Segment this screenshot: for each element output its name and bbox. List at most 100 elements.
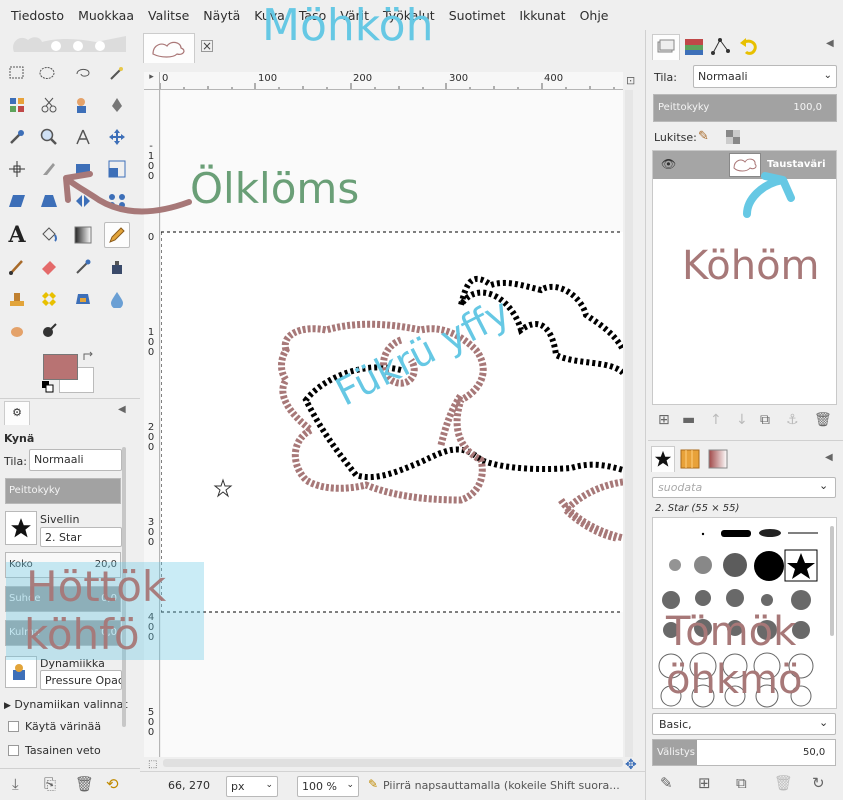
foreground-color-swatch-top[interactable] (43, 354, 78, 380)
raise-layer-icon[interactable]: ↑ (710, 412, 722, 428)
dynamics-preview-button[interactable] (5, 656, 37, 688)
layer-name[interactable]: Taustaväri (767, 159, 826, 170)
pencil-tool[interactable] (104, 222, 130, 248)
save-options-icon[interactable]: ⤓ (12, 775, 19, 793)
brush-preset-chevron-icon: ⌄ (819, 716, 829, 729)
shear-tool[interactable] (4, 188, 30, 214)
brush-preview-button[interactable] (5, 511, 37, 545)
quick-mask-corner[interactable]: ▸ (144, 72, 160, 90)
horizontal-scrollbar[interactable] (163, 759, 623, 767)
menu-view[interactable]: Näytä (196, 8, 247, 23)
swap-colors-icon[interactable] (82, 351, 96, 363)
paintbrush-tool[interactable] (4, 254, 30, 280)
measure-tool[interactable] (70, 124, 96, 150)
paths-tool[interactable] (104, 92, 130, 118)
opacity-slider[interactable]: Peittokyky (5, 478, 121, 504)
dynamics-options-expander[interactable]: ▶ Dynamiikan valinnat (4, 698, 128, 711)
color-picker-tool[interactable] (4, 124, 30, 150)
blur-tool[interactable] (104, 286, 130, 312)
zoom-tool[interactable] (36, 124, 62, 150)
duplicate-layer-icon[interactable]: ⧉ (760, 412, 770, 428)
menu-select[interactable]: Valitse (141, 8, 196, 23)
unit-select[interactable]: px ⌄ (226, 776, 278, 797)
alignment-tool[interactable] (4, 156, 30, 182)
blend-tool[interactable] (70, 222, 96, 248)
menu-filters[interactable]: Suotimet (442, 8, 513, 23)
layers-panel-menu-icon[interactable]: ◀ (826, 38, 834, 49)
brush-filter-input[interactable]: suodata ⌄ (652, 477, 836, 498)
ink-tool[interactable] (104, 254, 130, 280)
panel-menu-icon[interactable]: ◀ (118, 404, 126, 415)
free-select-tool[interactable] (70, 60, 96, 86)
dynamics-select[interactable]: Pressure Opaci (40, 670, 122, 690)
vertical-scrollbar[interactable] (625, 90, 633, 757)
paint-bucket-icon (42, 227, 57, 242)
navigate-icon[interactable]: ⊡ (626, 74, 635, 87)
ruler-corner-icon: ▸ (149, 72, 154, 82)
patterns-tab-icon[interactable] (680, 449, 700, 469)
v-ruler-500: 500 (147, 707, 155, 738)
brushes-tab[interactable] (651, 446, 675, 472)
paths-tab-icon[interactable] (710, 37, 732, 57)
default-colors-icon[interactable] (42, 381, 54, 393)
airbrush-tool[interactable] (70, 254, 96, 280)
text-tool[interactable]: A (4, 222, 30, 248)
menu-file[interactable]: Tiedosto (4, 8, 71, 23)
edit-brush-icon[interactable]: ✎ (660, 774, 673, 792)
channels-tab-icon[interactable] (684, 38, 706, 58)
scissors-select-tool[interactable] (36, 92, 62, 118)
smudge-tool[interactable] (4, 318, 30, 344)
brush-select[interactable]: 2. Star (40, 527, 122, 547)
move-tool[interactable] (104, 124, 130, 150)
select-by-color-tool[interactable] (4, 92, 30, 118)
brushes-panel-menu-icon[interactable]: ◀ (825, 452, 833, 463)
restore-options-icon[interactable]: ⎘ (44, 775, 56, 793)
menu-windows[interactable]: Ikkunat (512, 8, 572, 23)
dodge-burn-tool[interactable] (36, 318, 62, 344)
layer-visibility-eye-icon[interactable]: 👁 (661, 157, 676, 171)
lock-pixels-icon[interactable]: ✎ (698, 129, 709, 144)
anchor-layer-icon[interactable]: ⚓ (786, 412, 799, 428)
zoom-select[interactable]: 100 % ⌄ (297, 776, 359, 797)
heal-tool[interactable] (36, 286, 62, 312)
new-layer-group-icon[interactable]: ▬ (682, 412, 695, 428)
smooth-stroke-row[interactable]: Tasainen veto (8, 744, 101, 757)
close-tab-icon[interactable]: × (201, 40, 213, 52)
smooth-stroke-checkbox[interactable] (8, 745, 19, 756)
delete-brush-icon[interactable]: 🗑 (774, 774, 793, 792)
spacing-slider[interactable]: Välistys 50,0 (652, 739, 836, 766)
reset-options-icon[interactable]: ⟲ (106, 775, 119, 793)
eraser-tool[interactable] (36, 254, 62, 280)
delete-layer-icon[interactable]: 🗑 (814, 412, 832, 428)
delete-options-icon[interactable]: 🗑 (75, 775, 94, 793)
refresh-brushes-icon[interactable]: ↻ (812, 774, 825, 792)
brush-preset-select[interactable]: Basic, ⌄ (652, 713, 836, 735)
layers-tab[interactable] (652, 34, 680, 60)
lower-layer-icon[interactable]: ↓ (736, 412, 748, 428)
mode-select[interactable]: Normaali (29, 449, 122, 471)
image-tab[interactable] (143, 33, 195, 63)
menu-edit[interactable]: Muokkaa (71, 8, 141, 23)
apply-jitter-row[interactable]: Käytä värinää (8, 720, 101, 733)
duplicate-brush-icon[interactable]: ⧉ (736, 774, 747, 792)
perspective-clone-tool[interactable] (70, 286, 96, 312)
brush-grid-scrollbar[interactable] (830, 526, 834, 636)
lock-alpha-icon[interactable] (726, 130, 740, 144)
apply-jitter-checkbox[interactable] (8, 721, 19, 732)
undo-history-tab-icon[interactable] (738, 37, 760, 57)
ellipse-select-tool[interactable] (34, 60, 60, 86)
layer-opacity-slider[interactable]: Peittokyky 100,0 (653, 94, 837, 122)
scissors-icon (41, 97, 57, 113)
bucket-fill-tool[interactable] (36, 222, 62, 248)
fuzzy-select-tool[interactable] (104, 60, 130, 86)
new-brush-icon[interactable]: ⊞ (698, 774, 711, 792)
layer-mode-select[interactable]: Normaali ⌄ (693, 65, 837, 88)
gradients-tab-icon[interactable] (708, 449, 728, 469)
clone-tool[interactable] (4, 286, 30, 312)
quick-mask-toggle-icon[interactable]: ⬚ (148, 759, 157, 770)
menu-help[interactable]: Ohje (573, 8, 616, 23)
new-layer-icon[interactable]: ⊞ (658, 412, 670, 428)
rect-select-tool[interactable] (4, 60, 30, 86)
foreground-select-tool[interactable] (70, 92, 96, 118)
tool-options-tab[interactable]: ⚙ (4, 401, 30, 425)
